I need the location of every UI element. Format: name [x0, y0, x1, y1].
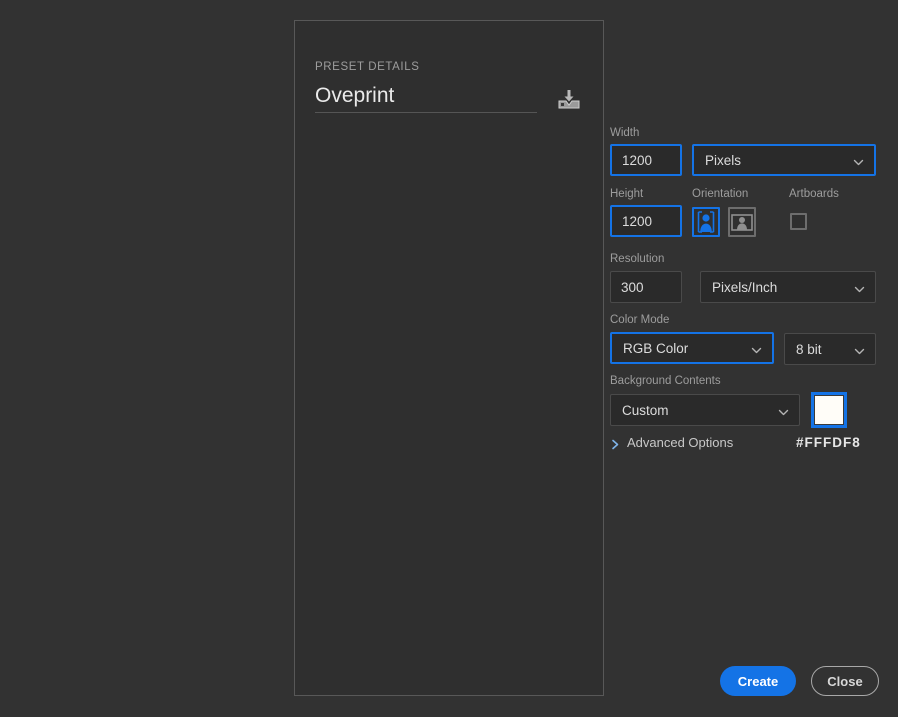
width-unit-select[interactable]: Pixels [692, 144, 876, 176]
orientation-label: Orientation [692, 188, 749, 200]
preset-name-row [315, 83, 583, 121]
chevron-down-icon [853, 155, 864, 166]
resolution-unit-select[interactable]: Pixels/Inch [700, 271, 876, 303]
resolution-unit-value: Pixels/Inch [712, 279, 778, 295]
width-input[interactable] [610, 144, 682, 176]
preset-name-input[interactable] [315, 83, 537, 113]
chevron-down-icon [854, 282, 865, 293]
color-depth-value: 8 bit [796, 341, 822, 357]
color-depth-select[interactable]: 8 bit [784, 333, 876, 365]
artboards-checkbox[interactable] [790, 213, 807, 230]
chevron-right-icon [611, 437, 620, 450]
background-contents-select[interactable]: Custom [610, 394, 800, 426]
save-preset-icon[interactable] [555, 86, 583, 112]
width-label: Width [610, 127, 640, 139]
chevron-down-icon [778, 405, 789, 416]
background-color-swatch-fill [814, 395, 844, 425]
artboards-label: Artboards [789, 188, 839, 200]
advanced-options-label: Advanced Options [627, 435, 734, 450]
chevron-down-icon [751, 343, 762, 354]
preset-details-heading: PRESET DETAILS [315, 61, 420, 73]
orientation-landscape-icon [731, 213, 753, 231]
resolution-input[interactable] [610, 271, 682, 303]
color-mode-label: Color Mode [610, 314, 670, 326]
background-contents-label: Background Contents [610, 375, 721, 387]
orientation-landscape-button[interactable] [728, 207, 756, 237]
background-contents-value: Custom [622, 402, 669, 418]
orientation-group [692, 207, 756, 237]
background-color-hex: #FFFDF8 [796, 435, 861, 450]
orientation-portrait-button[interactable] [692, 207, 720, 237]
height-label: Height [610, 188, 644, 200]
color-mode-value: RGB Color [623, 340, 689, 356]
create-button[interactable]: Create [720, 666, 796, 696]
panel-content: PRESET DETAILS Width Pixels [295, 21, 879, 696]
height-input[interactable] [610, 205, 682, 237]
new-document-preset-panel: PRESET DETAILS Width Pixels [294, 20, 879, 696]
orientation-portrait-icon [697, 211, 715, 233]
advanced-options-toggle[interactable]: Advanced Options [611, 435, 733, 450]
color-mode-select[interactable]: RGB Color [610, 332, 774, 364]
width-unit-value: Pixels [705, 152, 742, 168]
background-color-swatch[interactable] [811, 392, 847, 428]
resolution-label: Resolution [610, 253, 665, 265]
chevron-down-icon [854, 344, 865, 355]
close-button[interactable]: Close [811, 666, 879, 696]
